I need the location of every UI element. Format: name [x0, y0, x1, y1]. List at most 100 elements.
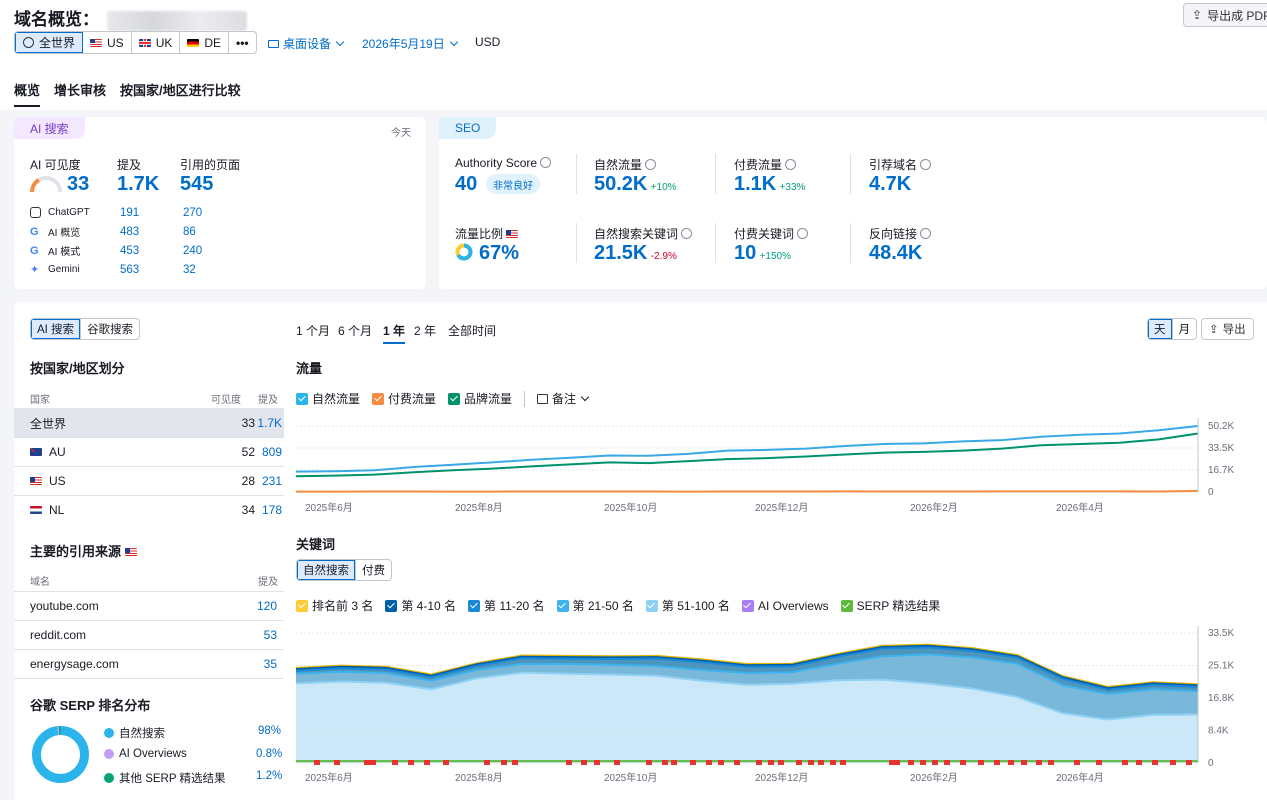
- note-flag-icon[interactable]: [594, 760, 600, 765]
- series-line[interactable]: [296, 425, 1199, 473]
- period-1m[interactable]: 1 个月: [296, 322, 330, 339]
- geo-worldwide[interactable]: 全世界: [15, 32, 84, 53]
- paid-traffic-value[interactable]: 1.1K: [734, 173, 776, 195]
- series-line[interactable]: [296, 489, 1199, 493]
- note-flag-icon[interactable]: [671, 760, 677, 765]
- note-flag-icon[interactable]: [1096, 760, 1102, 765]
- period-all[interactable]: 全部时间: [448, 322, 496, 339]
- period-1y[interactable]: 1 年: [383, 322, 406, 344]
- geo-de[interactable]: DE: [180, 32, 230, 53]
- platform-cited[interactable]: 86: [183, 226, 196, 238]
- legend-11-20[interactable]: 第 11-20 名: [468, 597, 545, 614]
- note-flag-icon[interactable]: [334, 760, 340, 765]
- source-mentions[interactable]: 53: [257, 628, 277, 642]
- table-row[interactable]: 全世界 33 1.7K: [14, 408, 284, 437]
- platform-cited[interactable]: 240: [183, 245, 202, 257]
- note-flag-icon[interactable]: [1036, 760, 1042, 765]
- note-flag-icon[interactable]: [662, 760, 668, 765]
- note-flag-icon[interactable]: [690, 760, 696, 765]
- series-line[interactable]: [296, 432, 1199, 478]
- note-flag-icon[interactable]: [830, 760, 836, 765]
- export-pdf-button[interactable]: ⇪ 导出成 PDF: [1183, 3, 1267, 27]
- platform-cited[interactable]: 270: [183, 207, 202, 219]
- note-flag-icon[interactable]: [808, 760, 814, 765]
- note-flag-icon[interactable]: [370, 760, 376, 765]
- organic-keywords-tab[interactable]: 自然搜索: [297, 560, 356, 580]
- date-dropdown[interactable]: 2026年5月19日: [362, 35, 458, 52]
- note-flag-icon[interactable]: [960, 760, 966, 765]
- legend-4-10[interactable]: 第 4-10 名: [385, 597, 456, 614]
- ref-domains-value[interactable]: 4.7K: [869, 173, 911, 196]
- paid-keywords-value[interactable]: 10: [734, 242, 756, 264]
- export-button[interactable]: ⇪ 导出: [1201, 318, 1254, 340]
- note-flag-icon[interactable]: [614, 760, 620, 765]
- info-icon[interactable]: [540, 157, 552, 168]
- note-flag-icon[interactable]: [1021, 760, 1027, 765]
- table-row[interactable]: NL 34 178: [14, 495, 284, 524]
- note-flag-icon[interactable]: [796, 760, 802, 765]
- tab-overview[interactable]: 概览: [14, 80, 41, 107]
- cited-pages-value[interactable]: 545: [180, 173, 213, 196]
- legend-21-50[interactable]: 第 21-50 名: [556, 597, 634, 614]
- note-flag-icon[interactable]: [1074, 760, 1080, 765]
- note-flag-icon[interactable]: [512, 760, 518, 765]
- tab-growth-audit[interactable]: 增长审核: [54, 80, 106, 107]
- note-flag-icon[interactable]: [392, 760, 398, 765]
- legend-serp-features[interactable]: SERP 精选结果: [840, 597, 940, 614]
- note-flag-icon[interactable]: [818, 760, 824, 765]
- note-flag-icon[interactable]: [646, 760, 652, 765]
- note-flag-icon[interactable]: [424, 760, 430, 765]
- note-flag-icon[interactable]: [768, 760, 774, 765]
- google-search-tab[interactable]: 谷歌搜索: [81, 319, 139, 339]
- source-domain[interactable]: reddit.com: [30, 628, 257, 642]
- country-mentions[interactable]: 809: [255, 445, 282, 459]
- note-flag-icon[interactable]: [920, 760, 926, 765]
- note-flag-icon[interactable]: [1152, 760, 1158, 765]
- info-icon[interactable]: [645, 159, 657, 170]
- table-row[interactable]: US 28 231: [14, 466, 284, 495]
- legend-ai-overviews[interactable]: AI Overviews: [741, 599, 829, 613]
- platform-cited[interactable]: 32: [183, 264, 196, 276]
- platform-mentions[interactable]: 563: [120, 264, 183, 276]
- note-flag-icon[interactable]: [994, 760, 1000, 765]
- organic-traffic-value[interactable]: 50.2K: [594, 173, 647, 195]
- platform-mentions[interactable]: 483: [120, 226, 183, 238]
- note-flag-icon[interactable]: [908, 760, 914, 765]
- info-icon[interactable]: [681, 228, 693, 239]
- source-mentions[interactable]: 120: [257, 599, 277, 613]
- source-mentions[interactable]: 35: [257, 657, 277, 671]
- note-flag-icon[interactable]: [408, 760, 414, 765]
- table-row[interactable]: AU 52 809: [14, 437, 284, 466]
- info-icon[interactable]: [920, 228, 932, 239]
- platform-mentions[interactable]: 453: [120, 245, 183, 257]
- note-flag-icon[interactable]: [718, 760, 724, 765]
- authority-score-value[interactable]: 40: [455, 173, 477, 196]
- note-flag-icon[interactable]: [581, 760, 587, 765]
- traffic-chart[interactable]: 50.2K 33.5K 16.7K 0 2025年6月 2025年8月 2025年10月 20…: [296, 418, 1266, 518]
- ai-search-tab[interactable]: AI 搜索: [31, 319, 82, 339]
- note-flag-icon[interactable]: [1122, 760, 1128, 765]
- note-flag-icon[interactable]: [840, 760, 846, 765]
- note-flag-icon[interactable]: [978, 760, 984, 765]
- mentions-value[interactable]: 1.7K: [117, 173, 159, 196]
- note-flag-icon[interactable]: [566, 760, 572, 765]
- note-flag-icon[interactable]: [1170, 760, 1176, 765]
- tab-compare-countries[interactable]: 按国家/地区进行比较: [120, 80, 241, 107]
- note-flag-icon[interactable]: [734, 760, 740, 765]
- note-flag-icon[interactable]: [443, 760, 449, 765]
- info-icon[interactable]: [920, 159, 932, 170]
- organic-keywords-value[interactable]: 21.5K: [594, 242, 647, 264]
- note-flag-icon[interactable]: [706, 760, 712, 765]
- backlinks-value[interactable]: 48.4K: [869, 242, 922, 265]
- country-mentions[interactable]: 178: [255, 503, 282, 517]
- legend-51-100[interactable]: 第 51-100 名: [645, 597, 730, 614]
- source-domain[interactable]: energysage.com: [30, 657, 257, 671]
- note-flag-icon[interactable]: [944, 760, 950, 765]
- note-flag-icon[interactable]: [1048, 760, 1054, 765]
- country-mentions[interactable]: 1.7K: [255, 416, 282, 430]
- info-icon[interactable]: [797, 228, 809, 239]
- geo-us[interactable]: US: [83, 32, 132, 53]
- legend-top3[interactable]: 排名前 3 名: [296, 597, 373, 614]
- device-dropdown[interactable]: 桌面设备: [268, 35, 345, 52]
- keywords-chart[interactable]: 33.5K 25.1K 16.8K 8.4K 0 2025年6月 2025年8月 2025年1…: [296, 626, 1266, 786]
